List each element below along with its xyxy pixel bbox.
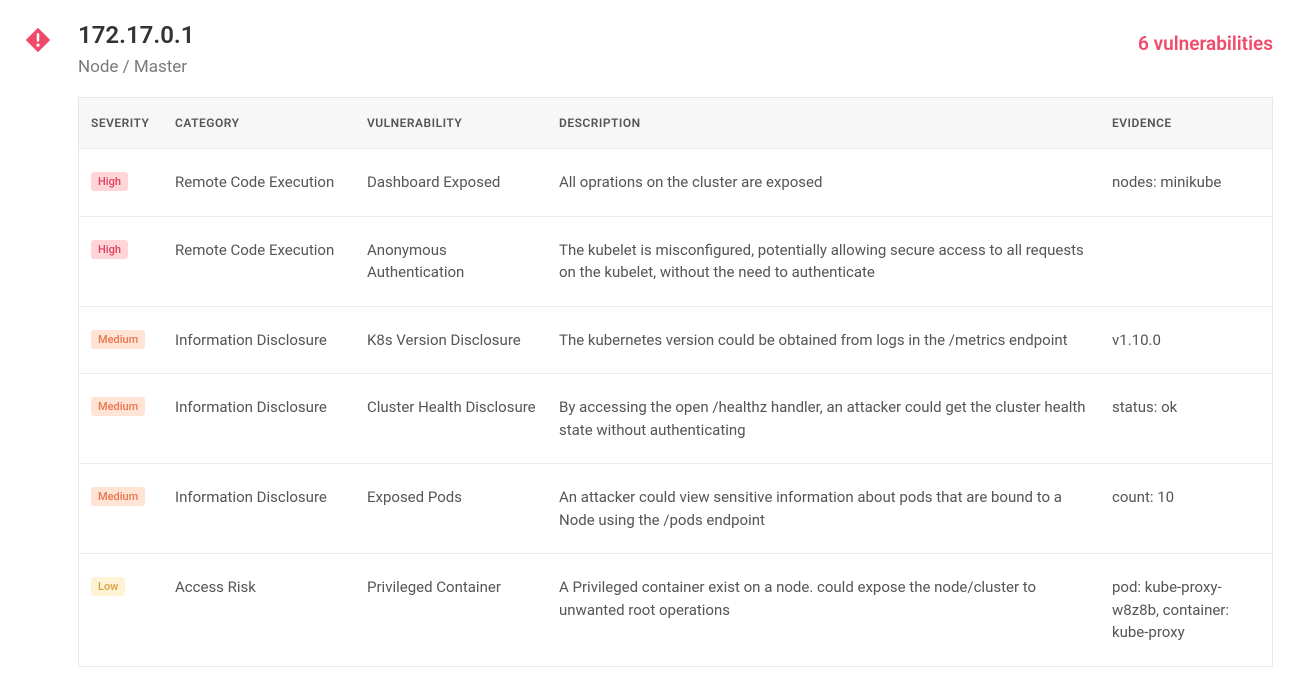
severity-badge: Medium [91, 397, 145, 416]
cell-category: Information Disclosure [165, 464, 357, 554]
cell-description: All oprations on the cluster are exposed [549, 149, 1102, 217]
vulnerability-count: 6 vulnerabilities [1138, 32, 1273, 55]
cell-severity: Low [79, 554, 165, 666]
col-header-evidence: EVIDENCE [1102, 98, 1272, 149]
col-header-description: DESCRIPTION [549, 98, 1102, 149]
cell-description: By accessing the open /healthz handler, … [549, 374, 1102, 464]
node-ip-title: 172.17.0.1 [78, 20, 1138, 51]
cell-severity: Medium [79, 464, 165, 554]
cell-severity: Medium [79, 306, 165, 374]
cell-category: Access Risk [165, 554, 357, 666]
cell-severity: Medium [79, 374, 165, 464]
col-header-category: CATEGORY [165, 98, 357, 149]
page-header: 172.17.0.1 Node / Master 6 vulnerabiliti… [20, 20, 1273, 77]
vulnerabilities-table: SEVERITY CATEGORY VULNERABILITY DESCRIPT… [79, 98, 1272, 666]
cell-vulnerability: Cluster Health Disclosure [357, 374, 549, 464]
cell-severity: High [79, 149, 165, 217]
cell-evidence: pod: kube-proxy-w8z8b, container: kube-p… [1102, 554, 1272, 666]
cell-description: The kubernetes version could be obtained… [549, 306, 1102, 374]
cell-category: Remote Code Execution [165, 149, 357, 217]
table-row[interactable]: Medium Information DisclosureCluster Heal… [79, 374, 1272, 464]
severity-badge: Low [91, 577, 125, 596]
cell-severity: High [79, 216, 165, 306]
cell-description: An attacker could view sensitive informa… [549, 464, 1102, 554]
severity-badge: Medium [91, 487, 145, 506]
table-row[interactable]: High Remote Code ExecutionDashboard Expos… [79, 149, 1272, 217]
table-header-row: SEVERITY CATEGORY VULNERABILITY DESCRIPT… [79, 98, 1272, 149]
vulnerabilities-table-wrap: SEVERITY CATEGORY VULNERABILITY DESCRIPT… [78, 97, 1273, 667]
cell-vulnerability: Dashboard Exposed [357, 149, 549, 217]
severity-badge: High [91, 240, 128, 259]
table-row[interactable]: Medium Information DisclosureK8s Version … [79, 306, 1272, 374]
cell-evidence: status: ok [1102, 374, 1272, 464]
cell-vulnerability: Exposed Pods [357, 464, 549, 554]
cell-vulnerability: Privileged Container [357, 554, 549, 666]
severity-badge: High [91, 172, 128, 191]
severity-badge: Medium [91, 330, 145, 349]
cell-evidence: nodes: minikube [1102, 149, 1272, 217]
table-row[interactable]: High Remote Code ExecutionAnonymous Authe… [79, 216, 1272, 306]
col-header-severity: SEVERITY [79, 98, 165, 149]
cell-evidence [1102, 216, 1272, 306]
cell-category: Remote Code Execution [165, 216, 357, 306]
cell-vulnerability: Anonymous Authentication [357, 216, 549, 306]
cell-evidence: v1.10.0 [1102, 306, 1272, 374]
cell-evidence: count: 10 [1102, 464, 1272, 554]
cell-description: The kubelet is misconfigured, potentiall… [549, 216, 1102, 306]
node-role-subtitle: Node / Master [78, 57, 1138, 77]
table-row[interactable]: Low Access RiskPrivileged ContainerA Priv… [79, 554, 1272, 666]
table-row[interactable]: Medium Information DisclosureExposed Pods… [79, 464, 1272, 554]
col-header-vulnerability: VULNERABILITY [357, 98, 549, 149]
cell-category: Information Disclosure [165, 306, 357, 374]
cell-vulnerability: K8s Version Disclosure [357, 306, 549, 374]
cell-description: A Privileged container exist on a node. … [549, 554, 1102, 666]
cell-category: Information Disclosure [165, 374, 357, 464]
alert-icon [24, 26, 52, 54]
